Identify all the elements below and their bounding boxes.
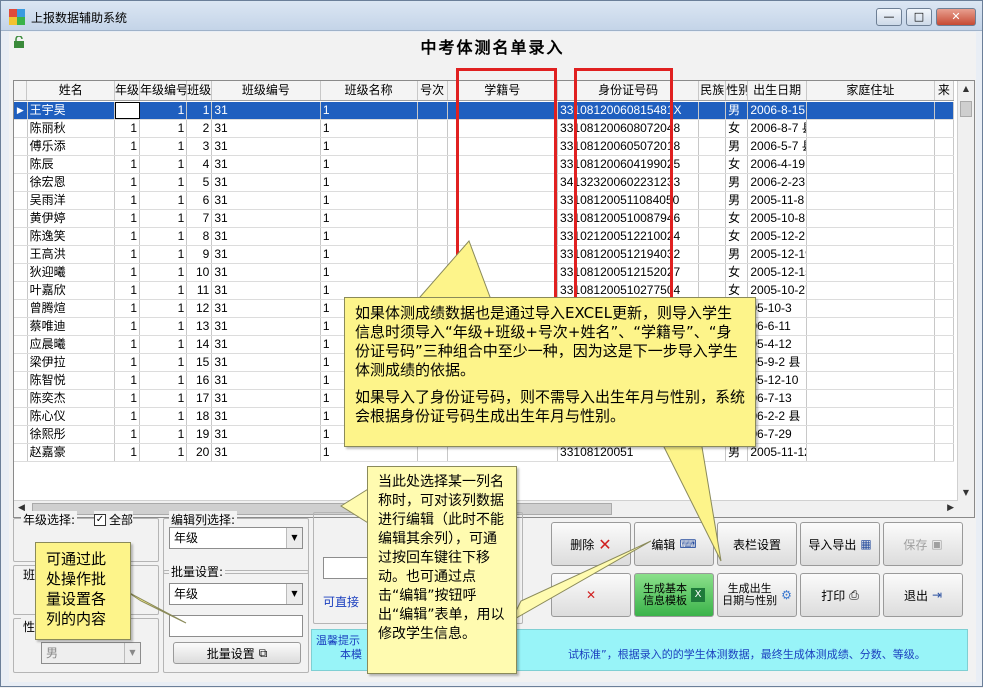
callout-batch-note: 可通过此处操作批量设置各列的内容	[35, 542, 131, 640]
callout-edit-text: 当此处选择某一列名称时，可对该列数据进行编辑（此时不能编辑其余列），可通过按回车…	[378, 474, 505, 642]
callout-pointer-dob	[660, 440, 722, 562]
callout-import-note: 如果体测成绩数据也是通过导入EXCEL更新，则导入学生信息时须导入“年级+班级+…	[344, 297, 756, 447]
app-window: 上报数据辅助系统 — □ ✕ 中考体测名单录入 姓名 年级 年级编号 班级 班级…	[0, 0, 983, 687]
callout-import-text: 如果体测成绩数据也是通过导入EXCEL更新，则导入学生信息时须导入“年级+班级+…	[355, 304, 738, 379]
callout-idcard-text: 如果导入了身份证号码，则不需导入出生年月与性别，系统会根据身份证号码生成出生年月…	[355, 388, 746, 425]
callout-batch-text: 可通过此处操作批量设置各列的内容	[46, 550, 107, 628]
callout-pointer-edit-button	[509, 540, 652, 623]
callout-edit-note: 当此处选择某一列名称时，可对该列数据进行编辑（此时不能编辑其余列），可通过按回车…	[367, 466, 517, 674]
callout-pointer-batch	[125, 590, 187, 624]
